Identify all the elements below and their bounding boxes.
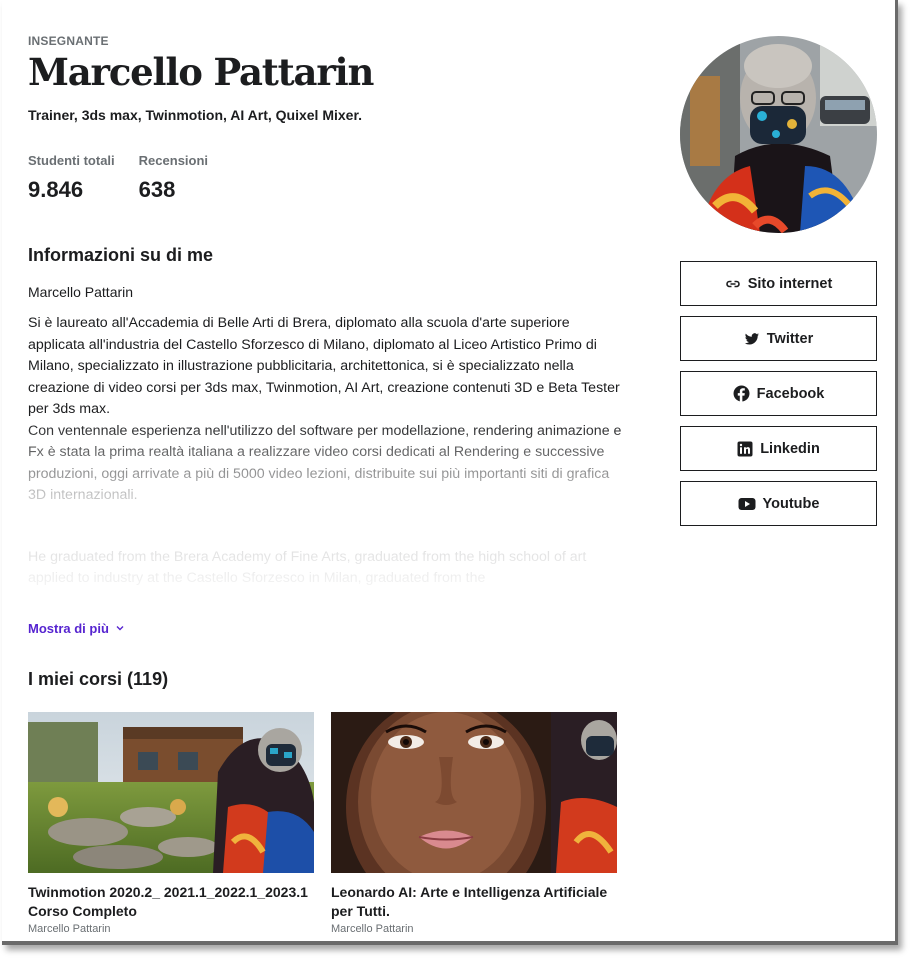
- twitter-link-label: Twitter: [766, 330, 814, 347]
- stat-value: 9.846: [28, 177, 84, 202]
- course-card[interactable]: Twinmotion 2020.2_ 2021.1_2022.1_2023.1 …: [28, 712, 314, 935]
- twitter-icon: [744, 331, 760, 347]
- linkedin-icon: [737, 441, 753, 457]
- chevron-down-icon: [115, 621, 125, 636]
- youtube-link-label: Youtube: [762, 495, 820, 512]
- instructor-headline: Trainer, 3ds max, Twinmotion, AI Art, Qu…: [28, 107, 363, 123]
- instructor-main: INSEGNANTE Marcello Pattarin Trainer, 3d…: [28, 34, 628, 935]
- courses-heading: I miei corsi (119): [28, 669, 169, 689]
- role-eyebrow: INSEGNANTE: [28, 34, 109, 48]
- stat-label: Studenti totali: [28, 153, 115, 168]
- bio-paragraph-it-1: Si è laureato all'Accademia di Belle Art…: [28, 315, 620, 417]
- bio-text: Si è laureato all'Accademia di Belle Art…: [28, 313, 628, 590]
- link-icon: [725, 276, 741, 292]
- linkedin-link-button[interactable]: Linkedin: [680, 426, 877, 471]
- facebook-link-button[interactable]: Facebook: [680, 371, 877, 416]
- show-more-button[interactable]: Mostra di più: [28, 621, 125, 636]
- website-link-button[interactable]: Sito internet: [680, 261, 877, 306]
- facebook-icon: [733, 385, 750, 402]
- course-title[interactable]: Leonardo AI: Arte e Intelligenza Artific…: [331, 883, 617, 921]
- instructor-sidebar: Sito internet Twitter Facebook Linkedin: [680, 36, 877, 536]
- bio-paragraph-it-2: Con ventennale esperienza nell'utilizzo …: [28, 422, 622, 504]
- bio-collapsed: Si è laureato all'Accademia di Belle Art…: [28, 300, 628, 610]
- course-title[interactable]: Twinmotion 2020.2_ 2021.1_2022.1_2023.1 …: [28, 883, 314, 921]
- stat-value: 638: [138, 177, 176, 202]
- facebook-link-label: Facebook: [756, 385, 825, 402]
- twitter-link-button[interactable]: Twitter: [680, 316, 877, 361]
- course-list: Twinmotion 2020.2_ 2021.1_2022.1_2023.1 …: [28, 712, 628, 935]
- social-links: Sito internet Twitter Facebook Linkedin: [680, 261, 877, 526]
- course-author: Marcello Pattarin: [331, 923, 414, 935]
- course-author: Marcello Pattarin: [28, 923, 111, 935]
- course-card[interactable]: Leonardo AI: Arte e Intelligenza Artific…: [331, 712, 617, 935]
- page-frame: INSEGNANTE Marcello Pattarin Trainer, 3d…: [2, 0, 898, 945]
- instructor-name: Marcello Pattarin: [28, 50, 374, 94]
- bio-paragraph-en: He graduated from the Brera Academy of F…: [28, 548, 587, 587]
- course-thumbnail-twinmotion[interactable]: [28, 712, 314, 873]
- youtube-link-button[interactable]: Youtube: [680, 481, 877, 526]
- linkedin-link-label: Linkedin: [760, 440, 820, 457]
- show-more-label: Mostra di più: [28, 621, 109, 636]
- youtube-icon: [738, 497, 756, 511]
- about-heading: Informazioni su di me: [28, 245, 214, 265]
- website-link-label: Sito internet: [747, 275, 833, 292]
- course-thumbnail-leonardo-ai[interactable]: [331, 712, 617, 873]
- stat-total-students: Studenti totali 9.846: [28, 153, 115, 203]
- stats-row: Studenti totali 9.846 Recensioni 638: [28, 153, 628, 203]
- about-name-line: Marcello Pattarin: [28, 284, 134, 300]
- avatar: [680, 36, 877, 233]
- stat-reviews: Recensioni 638: [139, 153, 208, 203]
- stat-label: Recensioni: [138, 153, 209, 168]
